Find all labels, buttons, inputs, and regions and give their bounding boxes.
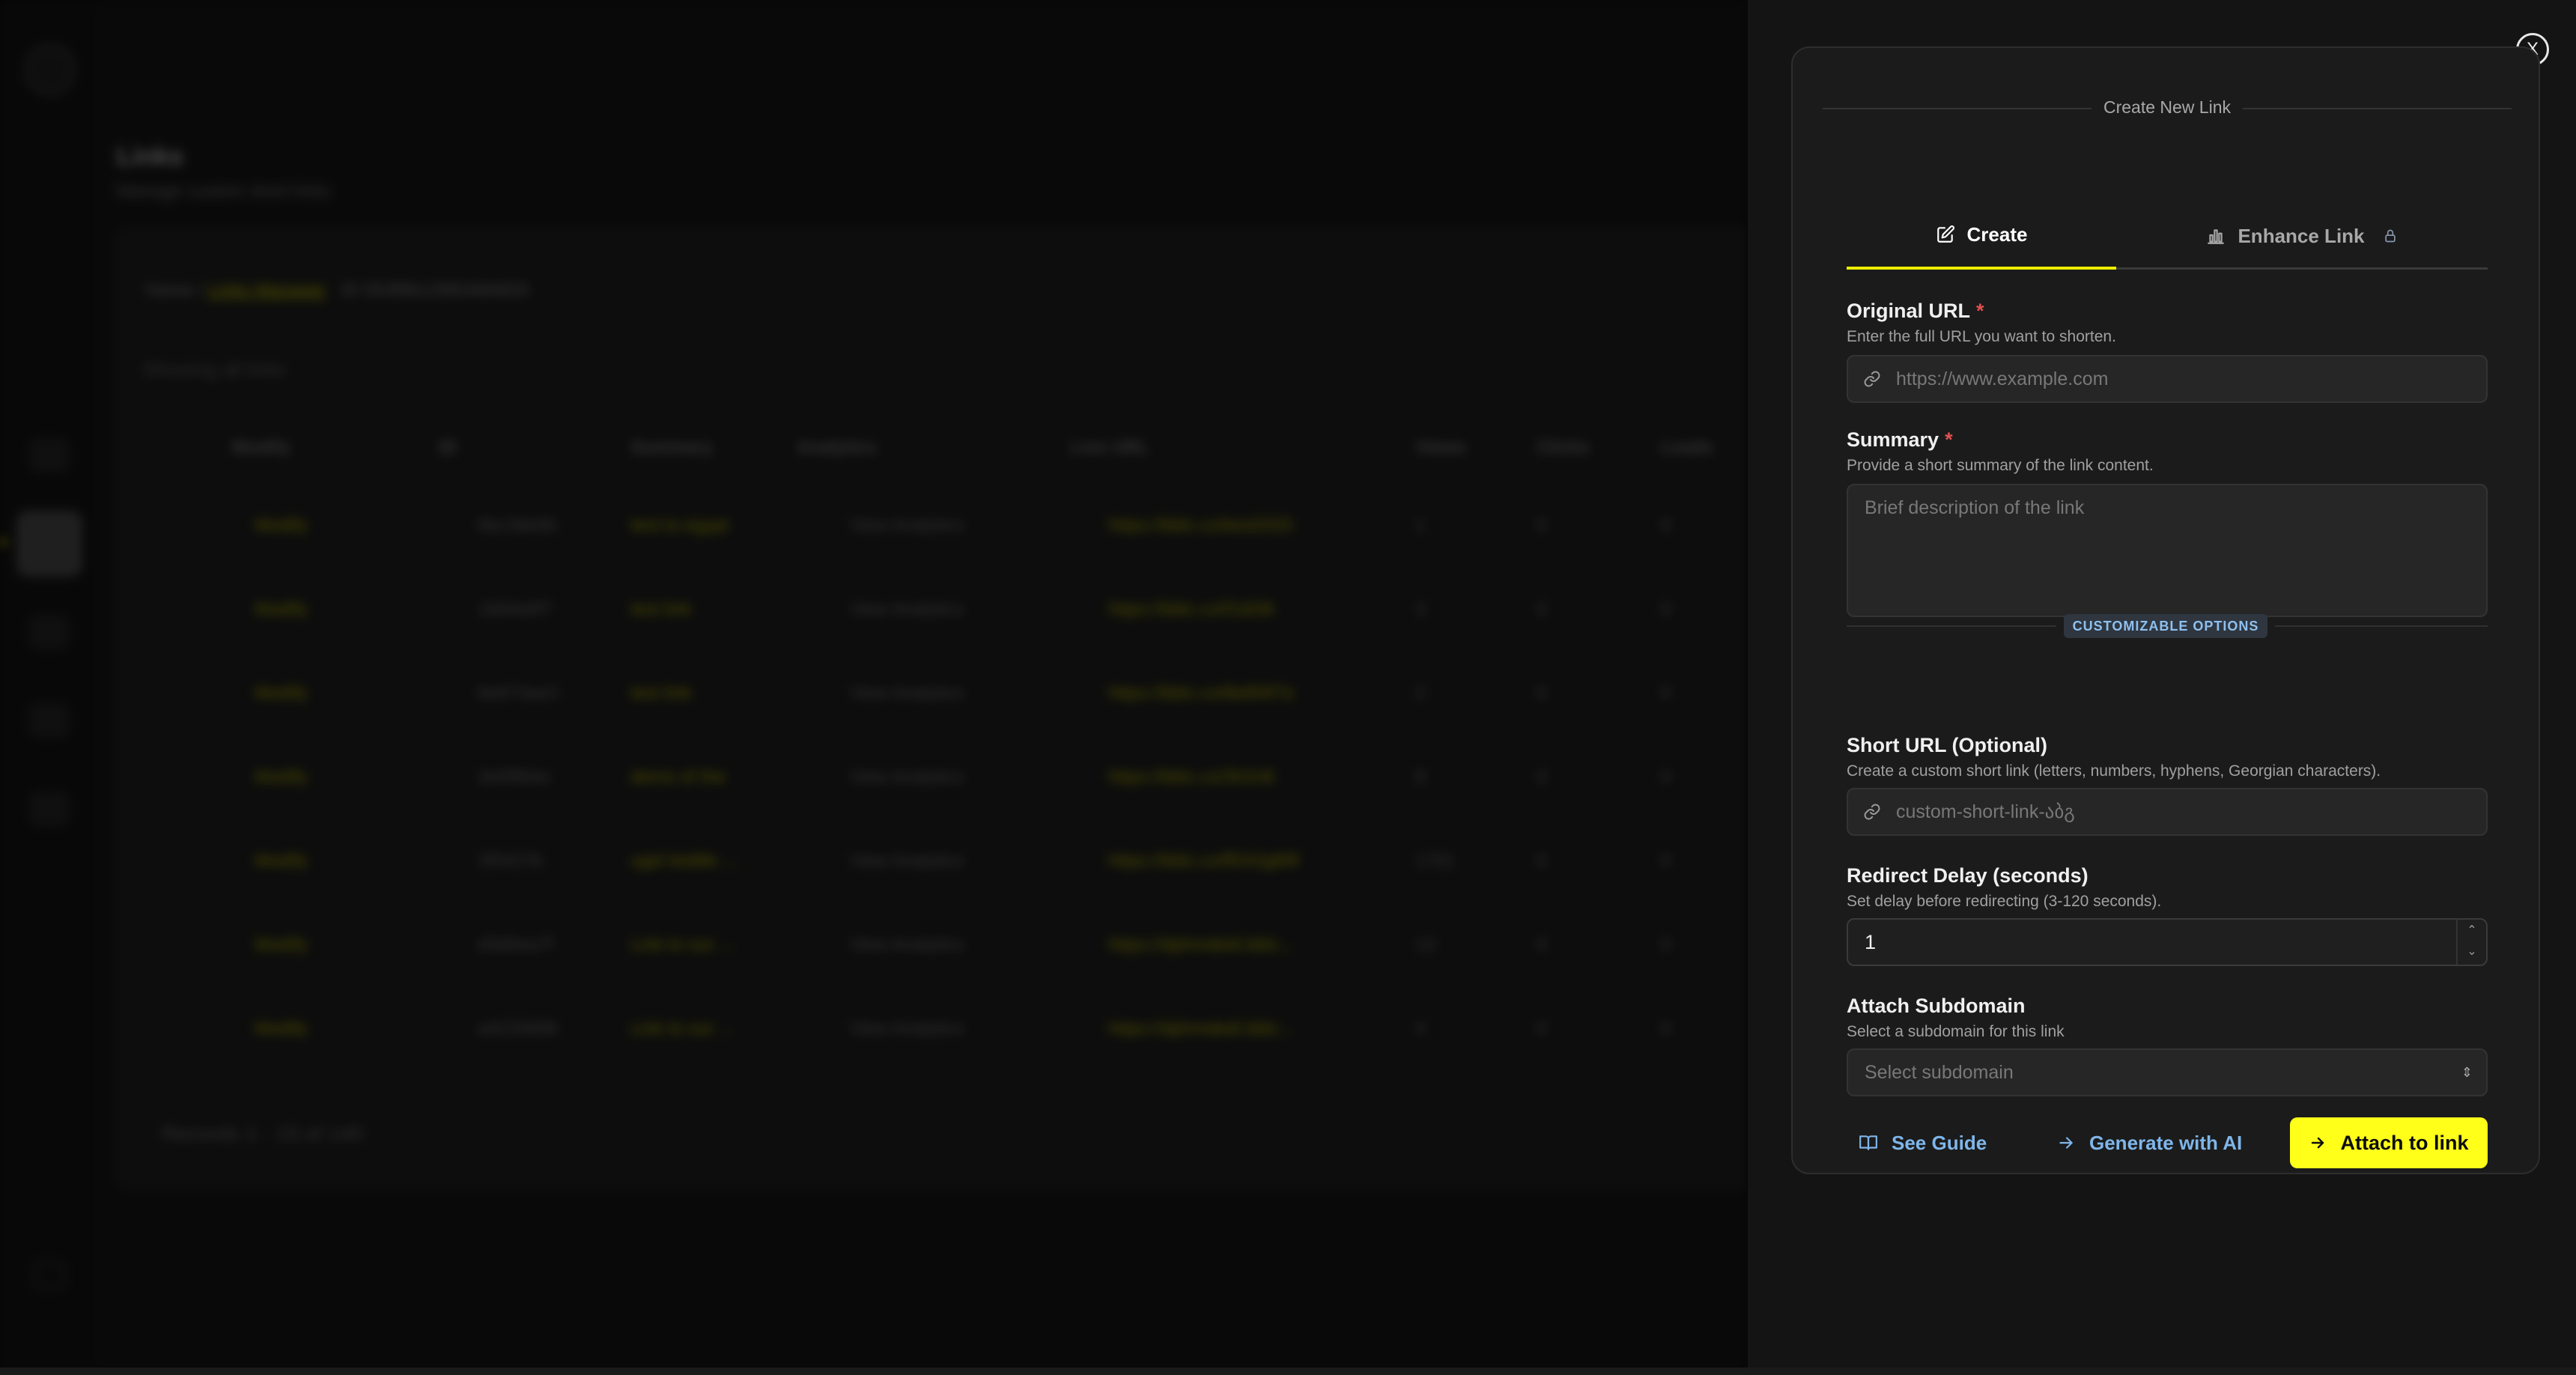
chevron-up-down-icon: ⇕ — [2461, 1065, 2473, 1080]
redirect-delay-hint: Set delay before redirecting (3-120 seco… — [1847, 893, 2162, 910]
see-guide-label: See Guide — [1892, 1131, 1987, 1154]
summary-hint: Provide a short summary of the link cont… — [1847, 457, 2154, 474]
summary-label-text: Summary — [1847, 428, 1939, 451]
redirect-delay-stepper[interactable]: ⌃ ⌄ — [2456, 920, 2486, 965]
stepper-down-icon[interactable]: ⌄ — [2458, 941, 2486, 963]
tab-bar: Create Enhance Link — [1847, 202, 2488, 270]
tab-create[interactable]: Create — [1847, 202, 2116, 270]
link-icon — [1848, 803, 1896, 821]
redirect-delay-label: Redirect Delay (seconds) — [1847, 864, 2089, 887]
divider-line-left — [1847, 625, 2056, 627]
divider-line-right — [2275, 625, 2488, 627]
book-icon — [1859, 1135, 1877, 1150]
required-marker: * — [1976, 300, 1984, 322]
required-marker: * — [1945, 428, 1953, 451]
redirect-delay-input[interactable]: 1 ⌃ ⌄ — [1847, 918, 2488, 966]
tab-enhance-label: Enhance Link — [2238, 224, 2365, 247]
legend-title: Create New Link — [1823, 97, 2512, 118]
generate-with-ai-label: Generate with AI — [2089, 1131, 2243, 1154]
customizable-options-divider: CUSTOMIZABLE OPTIONS — [1847, 614, 2488, 638]
original-url-label: Original URL * — [1847, 300, 1984, 323]
original-url-hint: Enter the full URL you want to shorten. — [1847, 328, 2116, 345]
original-url-label-text: Original URL — [1847, 300, 1971, 322]
short-url-input[interactable]: custom-short-link-აბგ — [1847, 788, 2488, 836]
subdomain-hint: Select a subdomain for this link — [1847, 1023, 2065, 1040]
modal-backdrop[interactable] — [0, 0, 1748, 1375]
stepper-up-icon[interactable]: ⌃ — [2458, 920, 2486, 942]
bottom-edge — [0, 1368, 2576, 1375]
legend-text: Create New Link — [2091, 97, 2244, 117]
tab-enhance-link[interactable]: Enhance Link — [2116, 202, 2488, 270]
create-link-panel: Create New Link Create Enhance Link Orig… — [1791, 46, 2540, 1174]
chart-icon — [2208, 229, 2225, 244]
customizable-options-badge: CUSTOMIZABLE OPTIONS — [2064, 614, 2267, 638]
edit-icon — [1936, 225, 1954, 243]
panel-legend: Create New Link — [1823, 97, 2512, 120]
subdomain-label: Attach Subdomain — [1847, 995, 2026, 1017]
lock-icon — [2384, 229, 2396, 243]
short-url-placeholder: custom-short-link-აბგ — [1896, 801, 2075, 822]
subdomain-select[interactable]: Select subdomain ⇕ — [1847, 1048, 2488, 1096]
summary-textarea[interactable]: Brief description of the link — [1847, 484, 2488, 617]
redirect-delay-value: 1 — [1865, 931, 1877, 953]
arrow-right-icon — [2312, 1137, 2324, 1149]
subdomain-placeholder: Select subdomain — [1865, 1062, 2014, 1083]
see-guide-button[interactable]: See Guide — [1859, 1117, 1987, 1168]
summary-label: Summary * — [1847, 428, 1953, 452]
link-icon — [1848, 370, 1896, 388]
generate-with-ai-button[interactable]: Generate with AI — [2056, 1117, 2242, 1168]
attach-to-link-label: Attach to link — [2340, 1131, 2469, 1154]
action-bar: See Guide Generate with AI Attach to lin… — [1847, 1117, 2488, 1168]
app-root: Links Manage custom short links Home / L… — [0, 0, 2576, 1375]
arrow-right-icon — [2059, 1137, 2073, 1149]
attach-to-link-button[interactable]: Attach to link — [2290, 1117, 2488, 1168]
short-url-hint: Create a custom short link (letters, num… — [1847, 762, 2381, 780]
tab-create-label: Create — [1966, 222, 2028, 246]
original-url-input[interactable]: https://www.example.com — [1847, 355, 2488, 403]
short-url-label: Short URL (Optional) — [1847, 734, 2047, 756]
original-url-placeholder: https://www.example.com — [1896, 368, 2109, 389]
